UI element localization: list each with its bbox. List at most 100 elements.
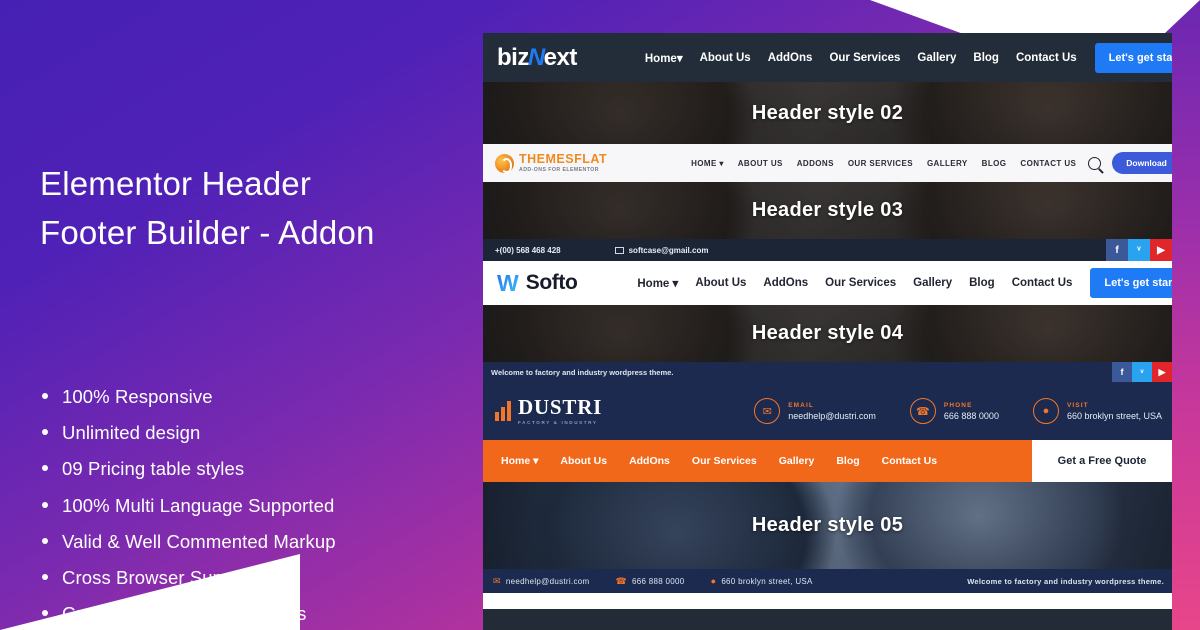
envelope-icon: ✉ bbox=[493, 575, 501, 586]
themesflat-nav: HOME ▾ ABOUT US ADDONS OUR SERVICES GALL… bbox=[691, 159, 1076, 168]
facebook-icon[interactable]: f bbox=[1112, 362, 1132, 382]
contact-label: PHONE bbox=[943, 401, 973, 409]
themesflat-logo[interactable]: THEMESFLAT ADD-ONS FOR ELEMENTOR bbox=[495, 152, 608, 173]
get-a-free-quote-button[interactable]: Get a Free Quote bbox=[1032, 440, 1172, 482]
twitter-icon[interactable]: ᵛ bbox=[1132, 362, 1152, 382]
lets-get-started-button[interactable]: Let's get started bbox=[1090, 268, 1172, 298]
nav-item-about[interactable]: About Us bbox=[560, 455, 607, 467]
nav-item-home[interactable]: Home ▾ bbox=[637, 276, 678, 290]
banner-label: Header style 02 bbox=[751, 101, 904, 124]
contact-phone[interactable]: ☎ PHONE 666 888 0000 bbox=[909, 398, 999, 424]
nav-item-blog[interactable]: Blog bbox=[973, 52, 999, 64]
nav-item-addons[interactable]: ADDONS bbox=[797, 159, 834, 168]
dustri-logo[interactable]: DUSTRI FACTORY & INDUSTRY bbox=[495, 397, 602, 425]
twitter-icon[interactable]: ᵛ bbox=[1128, 239, 1150, 261]
nav-item-contact[interactable]: Contact Us bbox=[1012, 277, 1073, 289]
phone-icon: ☎ bbox=[615, 575, 628, 586]
list-item: 09 Pricing table styles bbox=[40, 457, 460, 481]
headline-line-2: Footer Builder - Addon bbox=[40, 213, 375, 251]
facebook-icon[interactable]: f bbox=[1106, 239, 1128, 261]
youtube-icon[interactable]: ▶ bbox=[1150, 239, 1172, 261]
banner-header-style-03: Header style 03 bbox=[483, 182, 1172, 239]
banner-label: Header style 05 bbox=[751, 514, 904, 536]
nav-item-home[interactable]: Home▾ bbox=[645, 51, 683, 65]
nav-item-addons[interactable]: AddOns bbox=[629, 455, 670, 467]
chevron-down-icon: ▾ bbox=[533, 455, 539, 467]
nav-item-gallery[interactable]: GALLERY bbox=[927, 159, 968, 168]
location-pin-icon: ● bbox=[1032, 398, 1059, 424]
nav-item-addons[interactable]: AddOns bbox=[763, 277, 808, 289]
biznext-logo-text-a: biz bbox=[497, 43, 529, 71]
nav-item-contact[interactable]: Contact Us bbox=[1016, 52, 1077, 64]
nav-item-services[interactable]: Our Services bbox=[825, 277, 896, 289]
softo-nav: Home ▾ About Us AddOns Our Services Gall… bbox=[637, 276, 1072, 290]
softo-logo[interactable]: W Softo bbox=[497, 271, 578, 295]
nav-item-blog[interactable]: Blog bbox=[836, 455, 859, 467]
nav-item-home[interactable]: HOME ▾ bbox=[691, 159, 724, 168]
nav-item-contact[interactable]: Contact Us bbox=[882, 455, 937, 467]
contact-visit[interactable]: ● VISIT 660 broklyn street, USA bbox=[1032, 398, 1162, 424]
topbar-email[interactable]: softcase@gmail.com bbox=[614, 246, 708, 255]
chevron-down-icon: ▾ bbox=[672, 278, 679, 290]
contact-value: 660 broklyn street, USA bbox=[1066, 410, 1162, 421]
nav-item-about[interactable]: About Us bbox=[700, 52, 751, 64]
youtube-icon[interactable]: ▶ bbox=[1152, 362, 1172, 382]
contact-label: EMAIL bbox=[788, 401, 814, 409]
phone-icon: ☎ bbox=[909, 398, 936, 424]
nav-item-addons[interactable]: AddOns bbox=[768, 52, 813, 64]
nav-item-home[interactable]: Home ▾ bbox=[501, 455, 538, 467]
page-title: Elementor Header Footer Builder - Addon bbox=[40, 160, 470, 258]
softo-logo-name: Softo bbox=[525, 271, 578, 294]
nav-item-about[interactable]: ABOUT US bbox=[738, 159, 783, 168]
contact-value: 666 888 0000 bbox=[943, 410, 999, 421]
nav-item-gallery[interactable]: Gallery bbox=[779, 455, 815, 467]
header-previews-panel: biz N ext Home▾ About Us AddOns Our Serv… bbox=[483, 33, 1172, 630]
nav-item-blog[interactable]: Blog bbox=[969, 277, 995, 289]
header-preview-02: THEMESFLAT ADD-ONS FOR ELEMENTOR HOME ▾ … bbox=[483, 144, 1172, 182]
softo-topbar: +(00) 568 468 428 softcase@gmail.com f ᵛ… bbox=[483, 239, 1172, 261]
dustri-nav-bar: Home ▾ About Us AddOns Our Services Gall… bbox=[483, 440, 1172, 482]
banner-label: Header style 04 bbox=[751, 322, 904, 344]
nav-item-services[interactable]: Our Services bbox=[692, 455, 757, 467]
banner-header-style-02: Header style 02 bbox=[483, 82, 1172, 144]
footer-phone[interactable]: ☎ 666 888 0000 bbox=[616, 576, 685, 587]
download-button[interactable]: Download bbox=[1112, 152, 1172, 174]
footer-address[interactable]: ● 660 broklyn street, USA bbox=[711, 576, 813, 586]
chevron-down-icon: ▾ bbox=[719, 158, 724, 168]
headline-line-1: Elementor Header bbox=[40, 165, 312, 202]
header-preview-04: DUSTRI FACTORY & INDUSTRY ✉ EMAIL needhe… bbox=[483, 382, 1172, 440]
footer-spacer bbox=[483, 593, 1172, 609]
dustri-logo-tagline: FACTORY & INDUSTRY bbox=[518, 420, 598, 425]
nav-item-contact[interactable]: CONTACT US bbox=[1020, 159, 1076, 168]
header-preview-01: biz N ext Home▾ About Us AddOns Our Serv… bbox=[483, 33, 1172, 82]
nav-item-services[interactable]: Our Services bbox=[829, 52, 900, 64]
topbar-welcome-text: Welcome to factory and industry wordpres… bbox=[491, 367, 674, 377]
social-links: f ᵛ ▶ bbox=[1112, 362, 1172, 382]
search-icon[interactable] bbox=[1088, 156, 1102, 170]
biznext-logo-text-b: ext bbox=[543, 43, 578, 71]
biznext-logo[interactable]: biz N ext bbox=[497, 44, 577, 72]
nav-item-blog[interactable]: BLOG bbox=[982, 159, 1007, 168]
envelope-icon bbox=[614, 246, 624, 254]
contact-label: VISIT bbox=[1066, 401, 1089, 409]
lets-get-started-button[interactable]: Let's get started bbox=[1094, 42, 1172, 73]
contact-email[interactable]: ✉ EMAIL needhelp@dustri.com bbox=[754, 398, 876, 424]
banner-header-style-05: Header style 05 bbox=[483, 482, 1172, 569]
nav-item-services[interactable]: OUR SERVICES bbox=[848, 159, 913, 168]
location-pin-icon: ● bbox=[710, 576, 717, 586]
nav-item-about[interactable]: About Us bbox=[695, 277, 746, 289]
dustri-nav: Home ▾ About Us AddOns Our Services Gall… bbox=[483, 440, 1032, 482]
themesflat-logo-name: THEMESFLAT bbox=[519, 152, 608, 167]
nav-item-gallery[interactable]: Gallery bbox=[917, 52, 956, 64]
footer-welcome-text: Welcome to factory and industry wordpres… bbox=[967, 576, 1164, 586]
dustri-contact-blocks: ✉ EMAIL needhelp@dustri.com ☎ PHONE 666 … bbox=[754, 398, 1164, 424]
list-item: Valid & Well Commented Markup bbox=[40, 530, 460, 554]
footer-contact-bar: ✉ needhelp@dustri.com ☎ 666 888 0000 ● 6… bbox=[483, 569, 1172, 593]
banner-label: Header style 03 bbox=[751, 199, 904, 221]
topbar-phone: +(00) 568 468 428 bbox=[495, 245, 561, 255]
social-links: f ᵛ ▶ bbox=[1106, 239, 1172, 261]
footer-email[interactable]: ✉ needhelp@dustri.com bbox=[493, 576, 590, 587]
nav-item-gallery[interactable]: Gallery bbox=[913, 277, 952, 289]
contact-value: needhelp@dustri.com bbox=[788, 410, 876, 421]
biznext-nav: Home▾ About Us AddOns Our Services Galle… bbox=[645, 51, 1077, 65]
